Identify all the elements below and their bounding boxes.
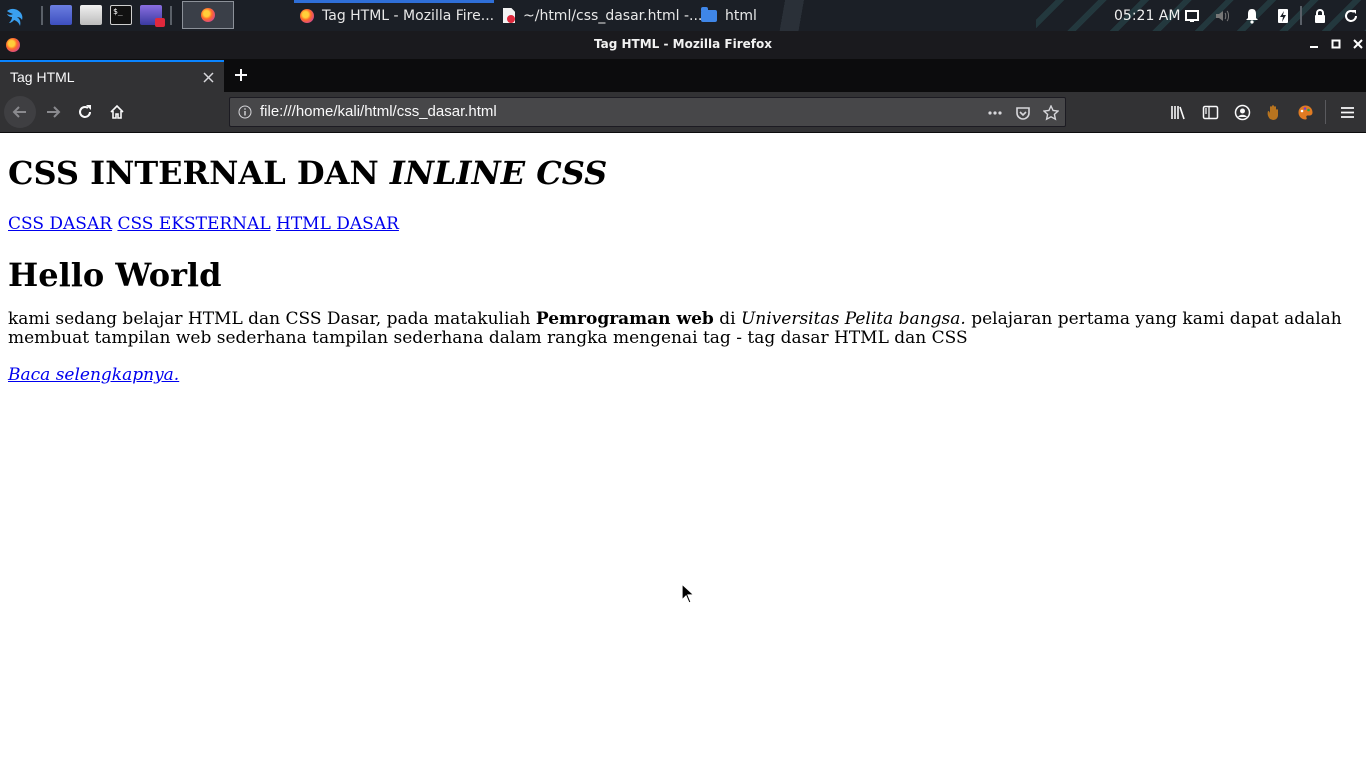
show-desktop-icon[interactable] [50,5,72,25]
file-manager-icon[interactable] [80,5,102,25]
nav-bar: file:///home/kali/html/css_dasar.html [0,92,1366,133]
panel-clock[interactable]: 05:21 AM [1114,0,1180,31]
intro-paragraph: kami sedang belajar HTML dan CSS Dasar, … [8,310,1358,348]
bookmark-star-icon[interactable] [1041,103,1061,123]
address-bar[interactable]: file:///home/kali/html/css_dasar.html [229,97,1066,127]
heading-italic-text: INLINE CSS [389,154,608,192]
close-tab-icon[interactable] [200,69,216,85]
panel-separator [170,6,172,25]
forward-button[interactable] [37,96,69,128]
battery-icon[interactable] [1272,0,1294,31]
task-folder[interactable]: html [701,0,757,31]
hello-heading: Hello World [8,256,222,294]
task-label: ~/html/css_dasar.html -... [523,7,703,24]
extension-hand-icon[interactable] [1263,102,1283,122]
volume-icon[interactable] [1211,0,1233,31]
url-text[interactable]: file:///home/kali/html/css_dasar.html [260,103,497,120]
read-more: Baca selengkapnya. [8,364,1358,386]
new-tab-button[interactable] [230,64,252,86]
pocket-icon[interactable] [1013,103,1033,123]
window-title: Tag HTML - Mozilla Firefox [593,37,772,51]
panel-wallpaper-accent [760,0,880,31]
site-info-icon[interactable] [237,104,253,120]
color-palette-extension-icon[interactable] [1295,102,1315,122]
folder-icon [701,6,717,22]
page-actions-icon[interactable] [985,103,1005,123]
maximize-button[interactable] [1327,35,1345,53]
mouse-cursor-icon [681,583,695,604]
page-heading: CSS INTERNAL DAN INLINE CSS [8,154,1358,192]
panel-separator [41,6,43,25]
tab-label: Tag HTML [10,69,75,85]
account-icon[interactable] [1232,102,1252,122]
display-icon[interactable] [1181,0,1203,31]
task-editor[interactable]: ~/html/css_dasar.html -... [503,0,702,31]
tab-strip: Tag HTML [0,59,1366,92]
terminal-icon[interactable] [110,5,132,25]
task-firefox[interactable]: Tag HTML - Mozilla Fire... [293,0,495,31]
notifications-icon[interactable] [1241,0,1263,31]
para-text-2: di [719,309,736,329]
link-css-dasar[interactable]: CSS DASAR [8,214,112,234]
firefox-launcher[interactable] [182,1,234,29]
heading-normal-text: CSS INTERNAL DAN [8,154,379,192]
link-css-eksternal[interactable]: CSS EKSTERNAL [117,214,270,234]
hamburger-menu-icon[interactable] [1337,102,1357,122]
back-button[interactable] [4,96,36,128]
para-bold-text: Pemrograman web [535,309,714,329]
para-italic-text: Universitas Pelita bangsa. [740,309,966,329]
firefox-icon [201,8,215,22]
para-text-1: kami sedang belajar HTML dan CSS Dasar, … [8,309,531,329]
library-icon[interactable] [1168,102,1188,122]
link-html-dasar[interactable]: HTML DASAR [276,214,399,234]
toolbar-separator [1325,100,1326,124]
reload-button[interactable] [69,96,101,128]
page-content: CSS INTERNAL DAN INLINE CSS CSS DASAR CS… [0,133,1366,768]
window-titlebar[interactable]: Tag HTML - Mozilla Firefox [0,31,1366,59]
firefox-icon [300,8,314,23]
tab-tag-html[interactable]: Tag HTML [0,60,224,92]
sidebar-icon[interactable] [1200,102,1220,122]
nav-links: CSS DASAR CSS EKSTERNAL HTML DASAR [8,213,1358,235]
close-window-button[interactable] [1349,35,1366,53]
minimize-button[interactable] [1305,35,1323,53]
screen-recorder-icon[interactable] [140,5,165,27]
panel-separator [1300,6,1302,25]
text-editor-icon [503,8,515,23]
home-button[interactable] [101,96,133,128]
refresh-session-icon[interactable] [1340,0,1362,31]
task-label: Tag HTML - Mozilla Fire... [322,7,495,24]
read-more-link[interactable]: Baca selengkapnya. [8,365,179,385]
top-panel: Tag HTML - Mozilla Fire... ~/html/css_da… [0,0,1366,31]
task-label: html [725,7,757,24]
kali-menu-icon[interactable] [2,0,30,31]
lock-icon[interactable] [1309,0,1331,31]
